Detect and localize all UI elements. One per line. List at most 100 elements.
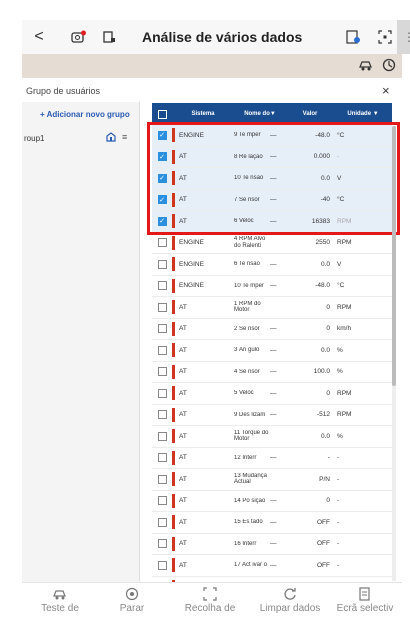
parameter-name: 10 Te nsão [234,175,264,181]
fullscreen-icon[interactable] [374,26,396,48]
settings-dial-icon[interactable] [382,58,396,75]
table-row[interactable]: ✓ AT 8 Re lação — 0.000- [152,146,392,168]
row-checkbox[interactable] [157,431,167,441]
table-row[interactable]: ENGINE 6 Te nsão — 0.0 V [152,254,392,276]
table-row[interactable]: AT 15 Es tado — OFF - [152,512,392,534]
table-row[interactable]: AT 5 Veloc — 0 RPM [152,383,392,405]
table-row[interactable]: AT 11 Torque do Motor 0.0% [152,426,392,448]
parameter-value: P/N [319,475,330,483]
system-marker [172,536,175,551]
column-header-sistema[interactable]: Sistema [172,111,234,117]
parameter-unit: °C [337,196,345,204]
more-menu-icon[interactable]: ⋮ [397,20,410,54]
row-checkbox[interactable] [157,539,167,549]
parameter-value: 0.0 [320,432,330,440]
table-row[interactable]: AT 13 Mudança Actual P/N - [152,469,392,491]
parameter-name: 5 Veloc [234,390,254,396]
table-row[interactable]: AT 9 Des lizam — -512 RPM [152,404,392,426]
system-marker [172,257,175,272]
test-button[interactable]: Teste de [30,587,90,614]
system-marker [172,149,175,164]
parameter-name: 2 Se nsor [234,325,260,332]
table-row[interactable]: AT 2 Se nsor — 0 km/h [152,318,392,340]
row-checkbox[interactable] [157,453,167,463]
parameter-dash: — [270,497,277,505]
add-group-button[interactable]: + Adicionar novo grupo [40,110,130,119]
column-header-nome[interactable]: Nome do▼ [234,111,286,117]
column-header-unidade[interactable]: Unidade ▼ [334,111,392,117]
row-checkbox[interactable] [157,560,167,570]
table-row[interactable]: ENGINE 10 Te mper — -48.0 °C [152,275,392,297]
delete-group-icon[interactable] [106,132,116,144]
scrollbar-thumb[interactable] [392,126,396,386]
parameter-dash: — [270,368,277,376]
table-row[interactable]: AT 3 Ân gulo — 0.0% [152,340,392,362]
row-checkbox[interactable] [157,324,167,334]
row-checkbox[interactable]: ✓ [157,130,167,140]
table-row[interactable]: ✓ AT 6 Veloc — 16383 RPM [152,211,392,233]
group-item[interactable]: roup1 ≡ [22,130,140,148]
table-row[interactable]: ✓ AT 7 Se nsor — -40 °C [152,189,392,211]
table-row[interactable]: AT 16 Interr — OFF - [152,533,392,555]
row-checkbox[interactable] [157,367,167,377]
vci-status-icon[interactable] [68,26,90,48]
row-checkbox[interactable] [157,302,167,312]
table-row[interactable]: ✓ ENGINE 9 Te mper — -48.0 °C [152,125,392,147]
parameter-dash: — [270,196,277,204]
screen-select-button[interactable]: Ecrã selectiv [330,587,400,614]
back-icon[interactable]: < [28,26,50,48]
row-checkbox[interactable] [157,517,167,527]
system-marker [172,472,175,487]
parameter-unit: - [337,497,340,505]
system-marker [172,493,175,508]
select-all-checkbox[interactable] [157,109,167,119]
screen-select-icon [330,587,400,603]
parameter-value: - [327,454,330,462]
row-checkbox[interactable]: ✓ [157,195,167,205]
drag-handle-icon[interactable]: ≡ [122,132,127,142]
parameter-name: 3 Ân gulo [234,347,260,353]
parameter-name: 7 Se nsor [234,196,260,203]
row-checkbox[interactable]: ✓ [157,152,167,162]
row-checkbox[interactable] [157,281,167,291]
parameter-value: 0.0 [320,346,330,354]
capture-button[interactable]: Recolha de [174,587,246,614]
parameter-value: 100.0 [313,368,330,376]
system-label: AT [179,454,187,462]
close-icon[interactable]: × [382,83,390,98]
parameter-unit: - [337,540,340,548]
system-cell: ENGINE [172,235,234,250]
table-row[interactable]: AT 14 Po sição — 0- [152,490,392,512]
table-row[interactable]: AT 12 Interr — - - [152,447,392,469]
parameter-dash: — [270,325,277,333]
car-info-icon[interactable] [98,26,120,48]
report-icon[interactable] [342,26,364,48]
row-checkbox[interactable]: ✓ [157,216,167,226]
row-checkbox[interactable] [157,259,167,269]
vehicle-icon[interactable] [358,58,374,75]
parameter-unit: °C [337,282,345,290]
row-checkbox[interactable] [157,410,167,420]
capture-button-label: Recolha de [184,603,236,614]
title-bar: < Análise de vários dados ⋮ [22,20,410,54]
row-checkbox[interactable] [157,496,167,506]
clear-data-button[interactable]: Limpar dados [252,587,328,614]
table-row[interactable]: ENGINE 4 RPM Alvo do Ralenti 2550 RPM [152,232,392,254]
parameter-dash: — [270,389,277,397]
column-header-valor[interactable]: Valor [286,111,334,117]
row-checkbox[interactable] [157,238,167,248]
system-cell: AT [172,515,234,530]
parameter-dash: — [270,153,277,161]
table-row[interactable]: AT 4 Se nsor — 100.0% [152,361,392,383]
table-row[interactable]: AT 17 Act ivar o — OFF - [152,555,392,577]
table-row[interactable]: AT 1 RPM do Motor 0 RPM [152,297,392,319]
row-checkbox[interactable] [157,345,167,355]
row-checkbox[interactable] [157,474,167,484]
row-checkbox[interactable] [157,388,167,398]
stop-button[interactable]: Parar [110,587,154,614]
system-label: AT [179,346,187,354]
table-row[interactable]: ✓ AT 10 Te nsão — 0.0 V [152,168,392,190]
parameter-name: 4 RPM Alvo do Ralenti [234,236,266,249]
system-cell: ENGINE [172,257,234,272]
row-checkbox[interactable]: ✓ [157,173,167,183]
